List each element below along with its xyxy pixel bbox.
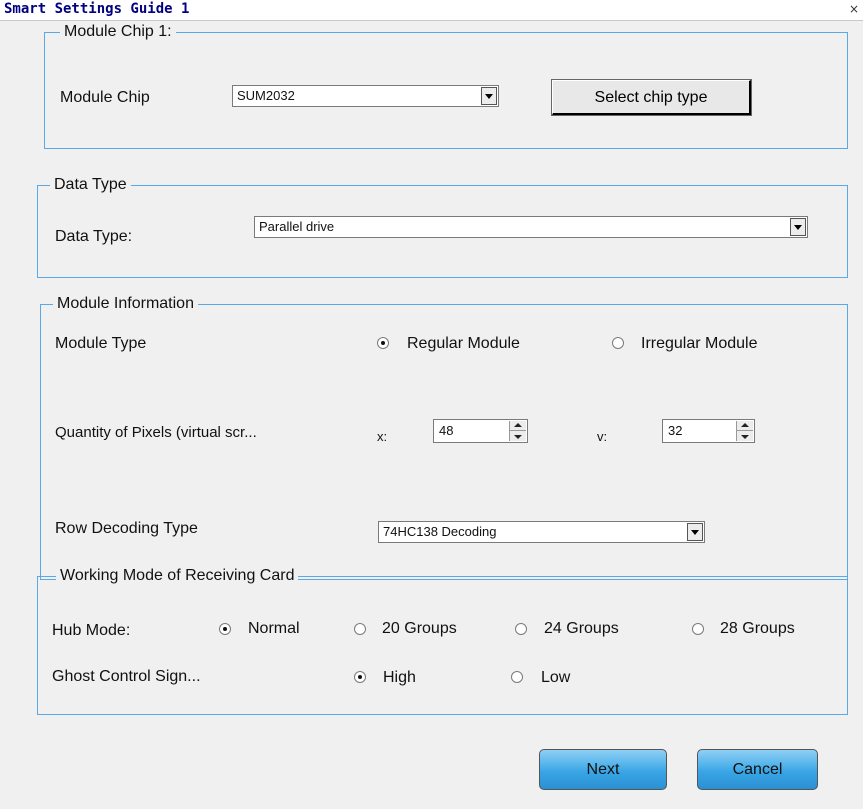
x-label: x: [377,429,388,444]
data-type-legend: Data Type [50,175,131,195]
stepper-buttons[interactable] [509,421,526,441]
module-chip-value: SUM2032 [237,88,295,103]
working-mode-legend: Working Mode of Receiving Card [56,566,299,586]
window-title: Smart Settings Guide 1 [4,1,190,17]
hub-normal-radio[interactable] [219,623,231,635]
row-decoding-value: 74HC138 Decoding [383,524,497,539]
down-arrow-icon[interactable] [741,435,749,439]
row-decoding-dropdown[interactable]: 74HC138 Decoding [378,521,705,543]
data-type-value: Parallel drive [259,219,335,234]
up-arrow-icon[interactable] [741,423,749,427]
ghost-control-label: Ghost Control Sign... [52,668,201,685]
hub-mode-label: Hub Mode: [52,622,131,639]
dialog-body: Module Chip 1: Module Chip SUM2032 Selec… [0,21,863,809]
hub-20-groups-radio[interactable] [354,623,366,635]
title-bar: Smart Settings Guide 1 × [0,0,863,21]
next-button[interactable]: Next [539,749,667,790]
close-icon[interactable]: × [848,2,860,16]
regular-module-label[interactable]: Regular Module [407,334,520,354]
data-type-dropdown[interactable]: Parallel drive [254,216,808,238]
module-type-label: Module Type [55,335,147,352]
data-type-label: Data Type: [55,228,133,245]
working-mode-group: Working Mode of Receiving Card [37,566,848,715]
stepper-buttons[interactable] [736,421,753,441]
pixels-label: Quantity of Pixels (virtual scr... [55,424,257,441]
chevron-down-icon[interactable] [790,218,806,236]
select-chip-type-button[interactable]: Select chip type [551,79,752,116]
irregular-module-label[interactable]: Irregular Module [641,334,758,354]
module-chip-label: Module Chip [60,89,150,106]
y-label: v: [597,429,608,444]
regular-module-radio[interactable] [377,337,389,349]
ghost-low-radio[interactable] [511,671,523,683]
hub-24-groups-label[interactable]: 24 Groups [544,619,619,639]
up-arrow-icon[interactable] [514,423,522,427]
hub-20-groups-label[interactable]: 20 Groups [382,619,457,639]
hub-normal-label[interactable]: Normal [248,619,300,639]
ghost-high-radio[interactable] [354,671,366,683]
ghost-high-label[interactable]: High [383,668,416,688]
row-decoding-label: Row Decoding Type [55,520,198,537]
irregular-module-radio[interactable] [612,337,624,349]
module-information-legend: Module Information [53,294,198,314]
chevron-down-icon[interactable] [687,523,703,541]
module-chip-dropdown[interactable]: SUM2032 [232,85,499,107]
y-pixels-stepper[interactable]: 32 [662,419,755,443]
hub-28-groups-label[interactable]: 28 Groups [720,619,795,639]
x-pixels-stepper[interactable]: 48 [433,419,528,443]
module-chip-legend: Module Chip 1: [60,22,176,42]
cancel-button[interactable]: Cancel [697,749,818,790]
y-pixels-value: 32 [668,423,683,438]
hub-24-groups-radio[interactable] [515,623,527,635]
x-pixels-value: 48 [439,423,454,438]
down-arrow-icon[interactable] [514,435,522,439]
hub-28-groups-radio[interactable] [692,623,704,635]
ghost-low-label[interactable]: Low [541,668,570,688]
chevron-down-icon[interactable] [481,87,497,105]
